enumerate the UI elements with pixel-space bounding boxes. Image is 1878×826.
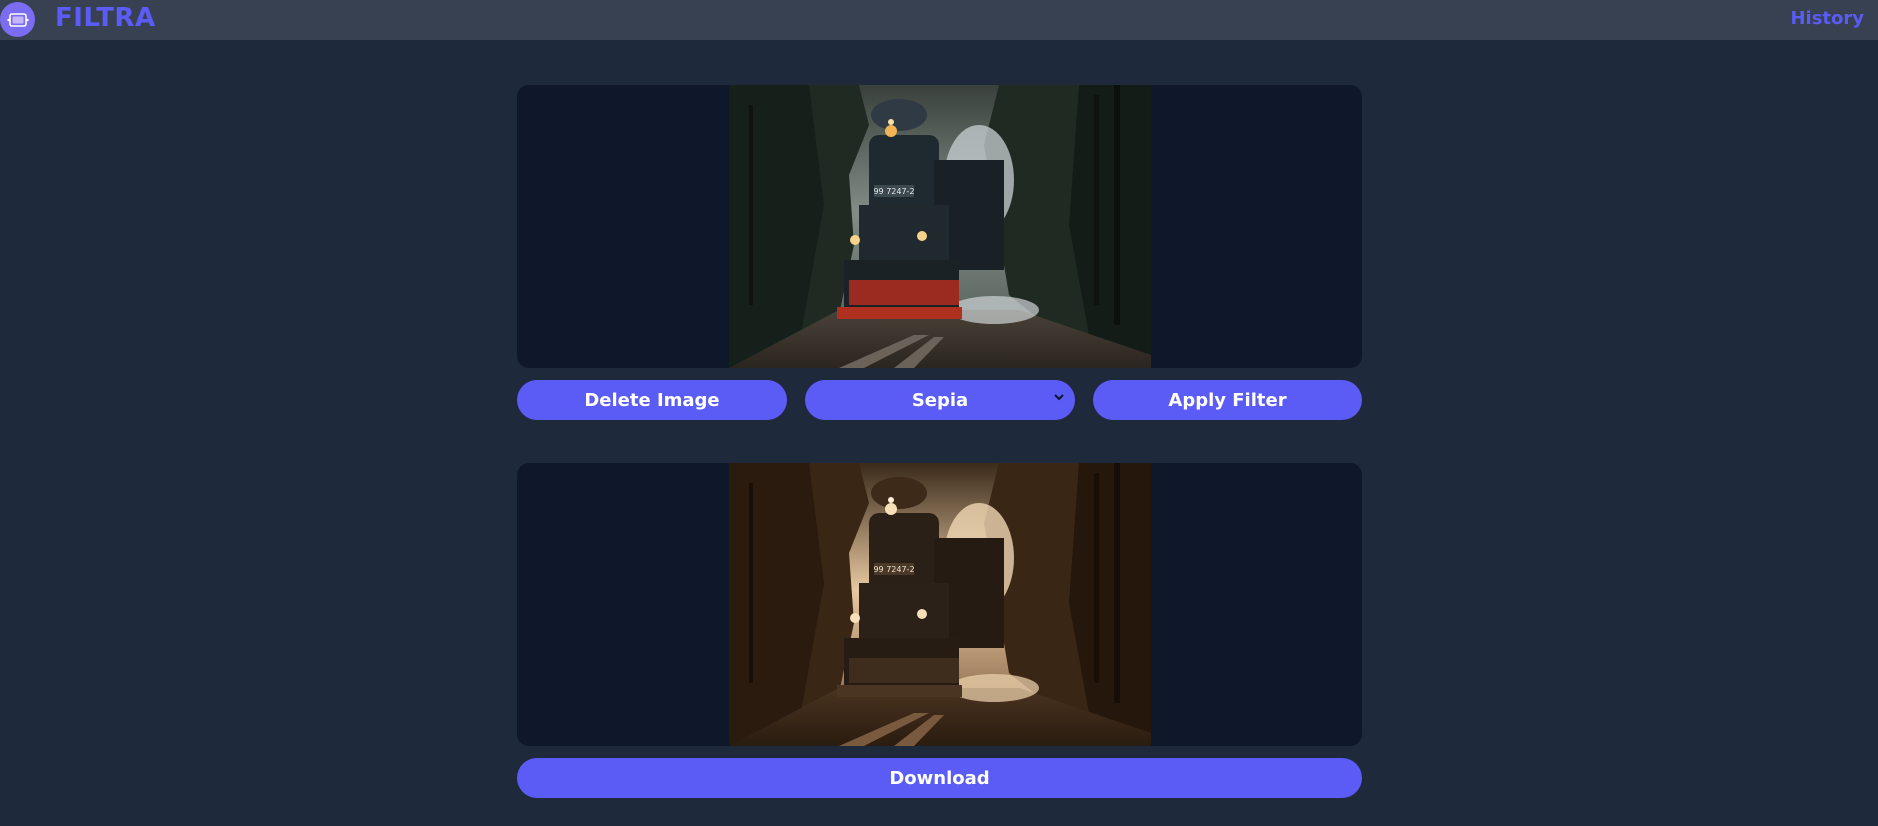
filter-select[interactable]: Sepia — [805, 380, 1075, 420]
filtered-image-panel: 99 7247-2 — [517, 463, 1362, 746]
original-image-panel: 99 7247-2 — [517, 85, 1362, 368]
original-train-image: 99 7247-2 — [729, 85, 1151, 368]
filtered-train-image: 99 7247-2 — [729, 463, 1151, 746]
brand-title[interactable]: FILTRA — [55, 3, 156, 33]
original-plate-text: 99 7247-2 — [873, 187, 914, 196]
logo-icon[interactable] — [0, 2, 35, 37]
top-bar: FILTRA History — [0, 0, 1878, 40]
chevron-down-icon — [1054, 394, 1064, 401]
apply-filter-button[interactable]: Apply Filter — [1093, 380, 1362, 420]
delete-image-button[interactable]: Delete Image — [517, 380, 787, 420]
filtered-plate-text: 99 7247-2 — [873, 565, 914, 574]
filter-select-value: Sepia — [911, 389, 969, 411]
download-button[interactable]: Download — [517, 758, 1362, 798]
history-link[interactable]: History — [1790, 8, 1864, 29]
